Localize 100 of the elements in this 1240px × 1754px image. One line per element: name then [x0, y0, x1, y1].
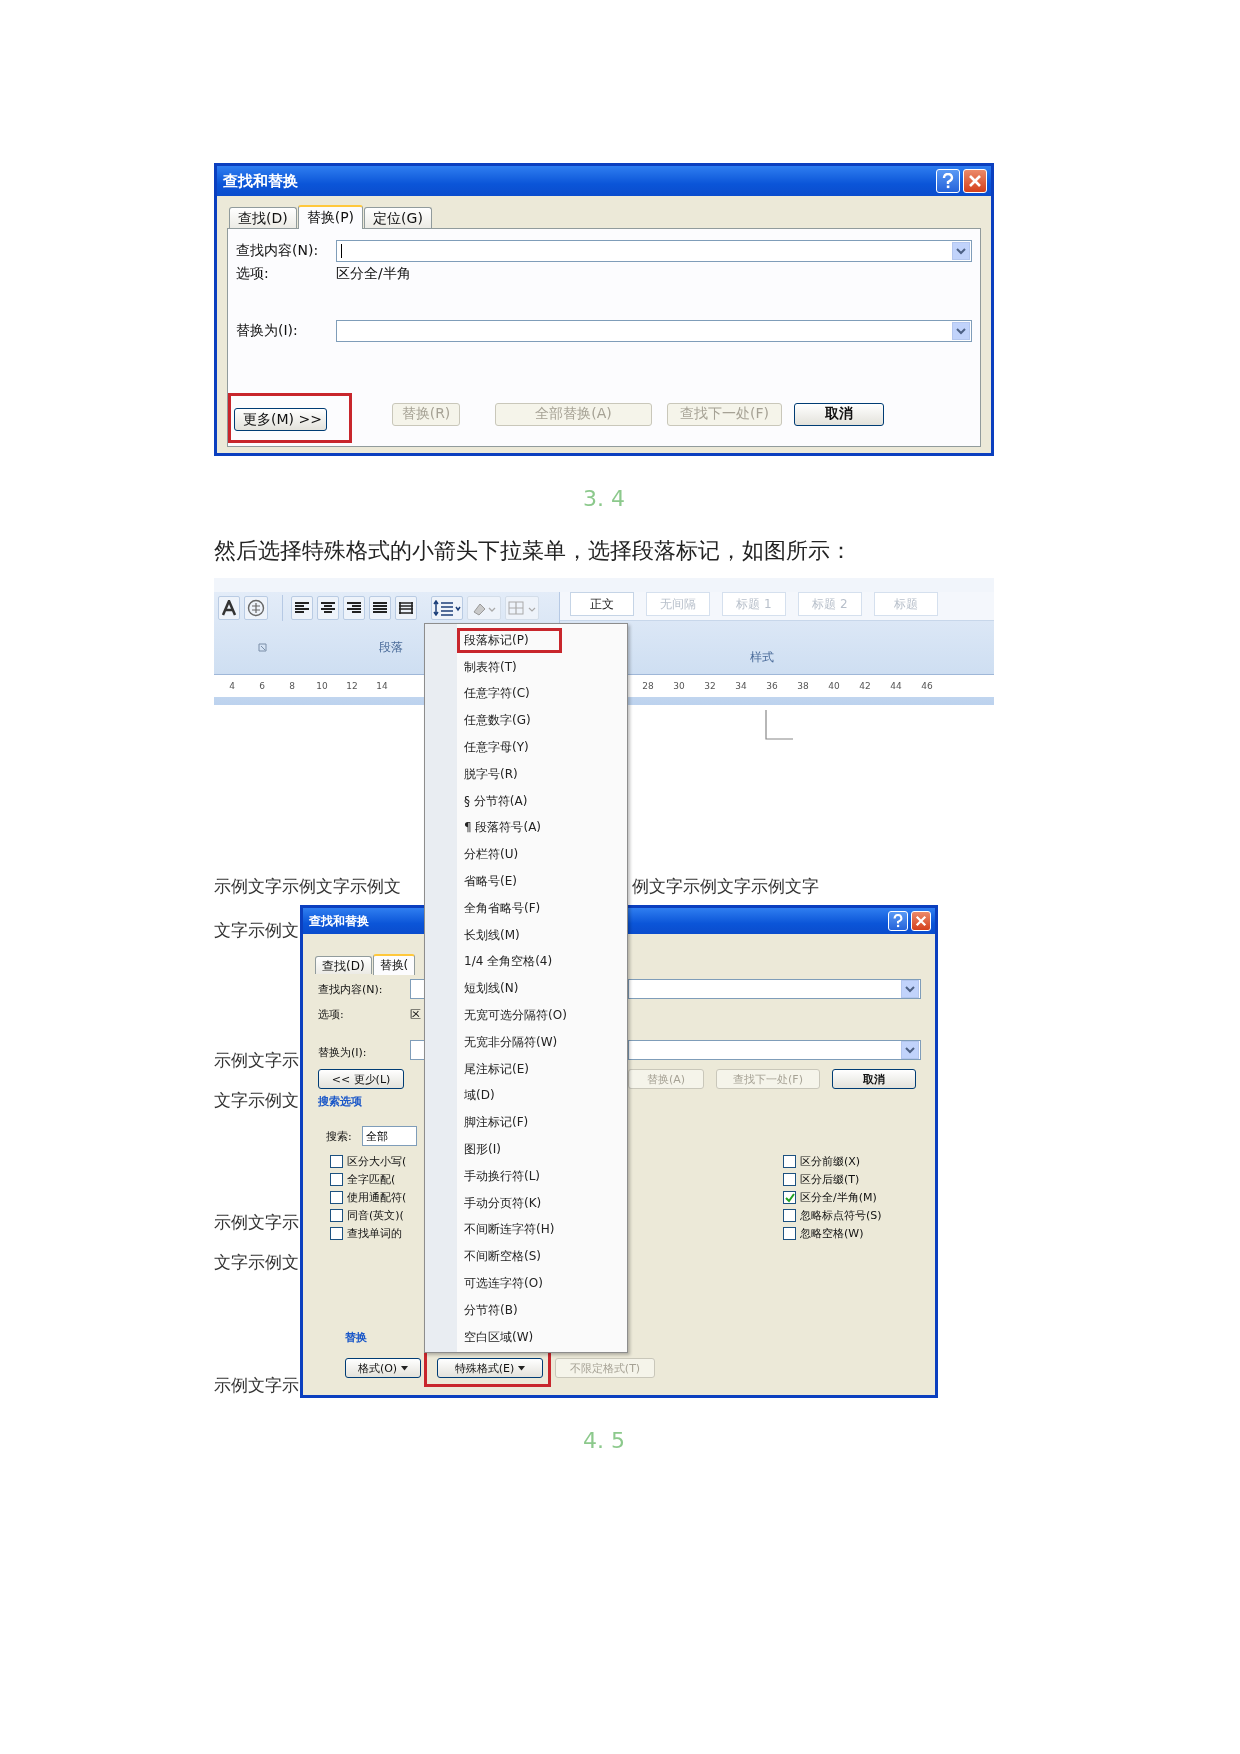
- tab[interactable]: 查找(D): [315, 956, 372, 974]
- tab[interactable]: 替换(: [372, 954, 416, 975]
- find-field[interactable]: [410, 979, 424, 999]
- style-option[interactable]: 正文: [570, 592, 634, 616]
- field-label: 替换为(I):: [318, 1045, 368, 1060]
- ruler-number: 40: [827, 681, 841, 691]
- close-button[interactable]: [911, 911, 931, 931]
- tab[interactable]: 查找(D): [229, 207, 297, 228]
- menu-item[interactable]: 1/4 全角空格(4): [457, 949, 560, 975]
- menu-item[interactable]: 短划线(N): [457, 976, 526, 1002]
- checkbox-label: 全字匹配(: [347, 1172, 396, 1187]
- dialog-button[interactable]: 格式(O): [345, 1358, 421, 1378]
- replace-field[interactable]: [410, 1040, 424, 1060]
- align-icon[interactable]: [291, 596, 313, 620]
- checkbox-label: 忽略标点符号(S): [800, 1208, 882, 1223]
- checkbox[interactable]: [783, 1155, 796, 1168]
- distribute-icon[interactable]: [395, 596, 417, 620]
- menu-item[interactable]: 段落标记(P): [457, 627, 562, 653]
- menu-item[interactable]: 图形(I): [457, 1137, 508, 1163]
- field-label: 选项:: [236, 265, 270, 283]
- menu-item[interactable]: 长划线(M): [457, 922, 527, 948]
- checkbox-label: 区分全/半角(M): [800, 1190, 877, 1205]
- checkbox[interactable]: [783, 1209, 796, 1222]
- find-field[interactable]: [336, 240, 972, 262]
- options-value: 区: [410, 1006, 421, 1022]
- tab[interactable]: 替换(P): [297, 205, 364, 229]
- menu-item[interactable]: 无宽可选分隔符(O): [457, 1003, 574, 1029]
- menu-item[interactable]: 任意字符(C): [457, 681, 537, 707]
- ruler-number: 44: [889, 681, 903, 691]
- dialog-button[interactable]: 取消: [832, 1069, 916, 1089]
- menu-item[interactable]: 任意数字(G): [457, 708, 538, 734]
- menu-item[interactable]: 任意字母(Y): [457, 735, 536, 761]
- checkbox[interactable]: [783, 1227, 796, 1240]
- menu-item[interactable]: 手动分页符(K): [457, 1190, 549, 1216]
- help-button[interactable]: [936, 169, 960, 193]
- checkbox[interactable]: [330, 1227, 343, 1240]
- tab[interactable]: 定位(G): [364, 207, 432, 228]
- checkbox-label: 区分前缀(X): [800, 1154, 861, 1169]
- line-spacing-icon[interactable]: [431, 596, 463, 620]
- close-icon: [968, 174, 982, 188]
- replace-field[interactable]: [336, 320, 972, 342]
- checkbox[interactable]: [330, 1209, 343, 1222]
- menu-item[interactable]: 脚注标记(F): [457, 1110, 536, 1136]
- menu-item[interactable]: 不间断空格(S): [457, 1244, 548, 1270]
- close-button[interactable]: [963, 169, 987, 193]
- margin-corner-icon: [765, 710, 793, 740]
- document-text: 文字示例文: [214, 1251, 299, 1274]
- dialog-button[interactable]: 取消: [794, 402, 884, 426]
- dropdown-icon: [956, 327, 966, 335]
- search-dropdown[interactable]: 全部: [362, 1126, 417, 1146]
- checkbox[interactable]: [783, 1191, 796, 1204]
- menu-item[interactable]: 省略号(E): [457, 869, 524, 895]
- ruler-number: 46: [920, 681, 934, 691]
- find-field[interactable]: [628, 979, 921, 999]
- menu-item[interactable]: 分栏符(U): [457, 842, 526, 868]
- ruler-number: 28: [641, 681, 655, 691]
- dialog-button[interactable]: 特殊格式(E): [437, 1358, 543, 1378]
- ruler-number: 42: [858, 681, 872, 691]
- checkbox[interactable]: [783, 1173, 796, 1186]
- document-text: 示例文字示: [214, 1374, 299, 1397]
- section-label: 替换: [345, 1330, 367, 1345]
- menu-item[interactable]: 脱字号(R): [457, 761, 525, 787]
- checkbox-label: 忽略空格(W): [800, 1226, 864, 1241]
- menu-item[interactable]: 分节符(B): [457, 1297, 525, 1323]
- menu-item[interactable]: 不间断连字符(H): [457, 1217, 562, 1243]
- ruler-number: 38: [796, 681, 810, 691]
- enclose-character-icon[interactable]: [244, 596, 268, 620]
- menu-item[interactable]: 手动换行符(L): [457, 1163, 548, 1189]
- checkbox[interactable]: [330, 1191, 343, 1204]
- checkbox[interactable]: [330, 1173, 343, 1186]
- dialog-launcher-icon[interactable]: [258, 642, 267, 652]
- dialog-button[interactable]: 更多(M) >>: [234, 408, 327, 431]
- menu-item[interactable]: 制表符(T): [457, 654, 524, 680]
- document-text: 示例文字示: [214, 1211, 299, 1234]
- field-label: 替换为(I):: [236, 322, 299, 340]
- ruler-number: 12: [345, 681, 359, 691]
- less-button[interactable]: << 更少(L): [318, 1069, 404, 1089]
- menu-item[interactable]: 无宽非分隔符(W): [457, 1029, 565, 1055]
- checkbox[interactable]: [330, 1155, 343, 1168]
- window-title: 查找和替换: [223, 171, 298, 191]
- menu-item[interactable]: 全角省略号(F): [457, 895, 548, 921]
- text-effect-icon[interactable]: [218, 596, 240, 620]
- menu-item[interactable]: 域(D): [457, 1083, 502, 1109]
- menu-item[interactable]: 尾注标记(E): [457, 1056, 536, 1082]
- align-icon[interactable]: [343, 596, 365, 620]
- dropdown-icon: [905, 985, 915, 993]
- align-icon[interactable]: [317, 596, 339, 620]
- document-text: 示例文字示: [214, 1049, 299, 1072]
- step-number: 3. 4: [582, 486, 626, 513]
- menu-item[interactable]: § 分节符(A): [457, 788, 535, 814]
- align-icon[interactable]: [369, 596, 391, 620]
- replace-field[interactable]: [628, 1040, 921, 1060]
- ruler-number: 14: [375, 681, 389, 691]
- menu-item[interactable]: ¶ 段落符号(A): [457, 815, 549, 841]
- help-button[interactable]: [888, 911, 908, 931]
- checkbox-label: 同音(英文)(: [347, 1208, 404, 1223]
- menu-item[interactable]: 空白区域(W): [457, 1324, 541, 1350]
- checkbox-label: 区分后缀(T): [800, 1172, 860, 1187]
- menu-item[interactable]: 可选连字符(O): [457, 1271, 550, 1296]
- checkbox-label: 区分大小写(: [347, 1154, 407, 1169]
